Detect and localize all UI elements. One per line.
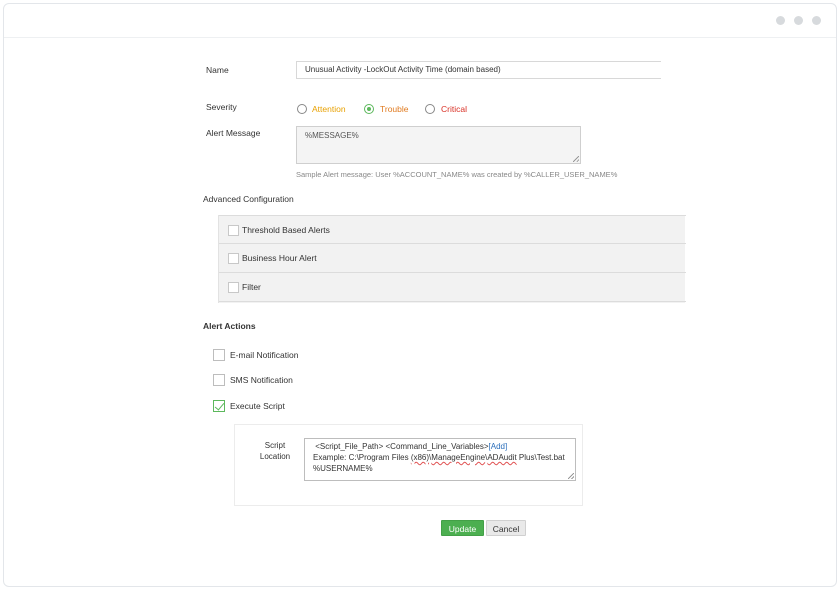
adv-filter-label[interactable]: Filter <box>242 282 261 292</box>
alert-message-label: Alert Message <box>206 128 261 138</box>
severity-critical-radio[interactable] <box>425 104 435 114</box>
severity-trouble-label[interactable]: Trouble <box>380 104 409 114</box>
script-line-1-text: <Script_File_Path> <Command_Line_Variabl… <box>315 442 489 451</box>
script-location-label-line2: Location <box>259 452 291 461</box>
window-dot-icon[interactable] <box>794 16 803 25</box>
title-bar <box>4 4 836 38</box>
script-line-3: %USERNAME% <box>313 464 373 473</box>
adv-filter-checkbox[interactable] <box>228 282 239 293</box>
alert-message-value: %MESSAGE% <box>305 131 359 140</box>
script-line-2-part-f: ADAudit <box>487 453 517 462</box>
severity-trouble-radio[interactable] <box>364 104 374 114</box>
script-line-2: Example: C:\Program Files (x86)\ManageEn… <box>313 452 567 463</box>
alert-message-textarea[interactable]: %MESSAGE% <box>296 126 581 164</box>
adv-business-hour-row[interactable]: Business Hour Alert <box>219 244 686 273</box>
update-button[interactable]: Update <box>441 520 484 536</box>
script-add-link[interactable]: [Add] <box>489 442 508 451</box>
advanced-config-title: Advanced Configuration <box>203 194 294 204</box>
sms-notification-label[interactable]: SMS Notification <box>230 375 293 385</box>
advanced-config-panel: Threshold Based Alerts Business Hour Ale… <box>218 215 686 303</box>
adv-business-hour-checkbox[interactable] <box>228 253 239 264</box>
name-label: Name <box>206 65 229 75</box>
name-input[interactable]: Unusual Activity -LockOut Activity Time … <box>296 61 661 79</box>
severity-attention-radio[interactable] <box>297 104 307 114</box>
resize-grip-icon[interactable] <box>573 156 579 162</box>
alert-actions-title: Alert Actions <box>203 321 256 331</box>
adv-threshold-row[interactable]: Threshold Based Alerts <box>219 215 686 244</box>
adv-threshold-label[interactable]: Threshold Based Alerts <box>242 225 330 235</box>
severity-attention-label[interactable]: Attention <box>312 104 346 114</box>
window-dot-icon[interactable] <box>776 16 785 25</box>
script-line-2-part-b: (x86) <box>410 453 430 462</box>
sms-notification-checkbox[interactable] <box>213 374 225 386</box>
email-notification-label[interactable]: E-mail Notification <box>230 350 299 360</box>
adv-threshold-checkbox[interactable] <box>228 225 239 236</box>
execute-script-label[interactable]: Execute Script <box>230 401 285 411</box>
cancel-button[interactable]: Cancel <box>486 520 526 536</box>
script-line-2-part-d: ManageEngine <box>431 453 486 462</box>
script-location-textarea[interactable]: <Script_File_Path> <Command_Line_Variabl… <box>304 438 576 481</box>
alert-message-hint: Sample Alert message: User %ACCOUNT_NAME… <box>296 170 618 179</box>
script-location-label-line1: Script <box>264 441 286 450</box>
adv-business-hour-label[interactable]: Business Hour Alert <box>242 253 317 263</box>
script-line-1: <Script_File_Path> <Command_Line_Variabl… <box>313 441 567 452</box>
script-line-2-part-g: Plus\Test.bat <box>516 453 565 462</box>
severity-critical-label[interactable]: Critical <box>441 104 467 114</box>
email-notification-checkbox[interactable] <box>213 349 225 361</box>
script-location-label: Script Location <box>252 440 298 462</box>
severity-label: Severity <box>206 102 237 112</box>
adv-filter-row[interactable]: Filter <box>219 273 686 302</box>
script-line-2-part-a: Example: C:\Program Files <box>313 453 411 462</box>
window-dot-icon[interactable] <box>812 16 821 25</box>
execute-script-checkbox[interactable] <box>213 400 225 412</box>
resize-grip-icon[interactable] <box>568 473 574 479</box>
